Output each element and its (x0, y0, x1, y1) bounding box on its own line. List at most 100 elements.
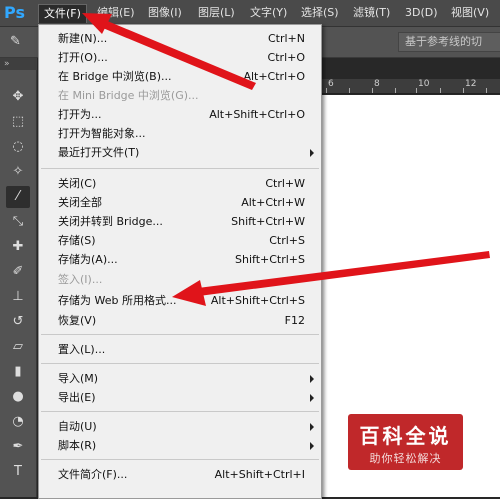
menu-layer[interactable]: 图层(L) (193, 4, 240, 22)
menu-item-save-for-web[interactable]: 存储为 Web 所用格式... Alt+Shift+Ctrl+S (39, 291, 321, 310)
menu-item-shortcut: Alt+Ctrl+W (241, 196, 305, 209)
menu-item-shortcut: Alt+Shift+Ctrl+I (214, 468, 305, 481)
menu-item-shortcut: Ctrl+W (265, 177, 305, 190)
ruler-label: 10 (418, 79, 430, 89)
menu-item-shortcut: Alt+Shift+Ctrl+S (210, 294, 305, 307)
menu-file[interactable]: 文件(F) (38, 4, 87, 23)
menu-item-label: 脚本(R) (58, 439, 97, 452)
menu-item-label: 打开为... (58, 108, 102, 121)
menu-item-label: 关闭(C) (58, 177, 97, 190)
eraser-tool-icon[interactable]: ▱ (6, 336, 30, 358)
menu-item-recent-files[interactable]: 最近打开文件(T) (39, 143, 321, 162)
menu-item-shortcut: Shift+Ctrl+S (235, 253, 305, 266)
menu-divider (41, 459, 319, 460)
menu-item-label: 在 Mini Bridge 中浏览(G)... (58, 89, 199, 102)
menu-item-close-go-bridge[interactable]: 关闭并转到 Bridge... Shift+Ctrl+W (39, 212, 321, 231)
menu-item-open[interactable]: 打开(O)... Ctrl+O (39, 48, 321, 67)
pen-tool-icon[interactable]: ✒ (6, 436, 30, 458)
menu-divider (41, 363, 319, 364)
menu-3d[interactable]: 3D(D) (400, 4, 443, 22)
menu-item-label: 导入(M) (58, 372, 99, 385)
menu-divider (41, 168, 319, 169)
menu-item-import[interactable]: 导入(M) (39, 369, 321, 388)
menu-item-place[interactable]: 置入(L)... (39, 340, 321, 359)
ruler-tick (395, 88, 396, 93)
lasso-tool-icon[interactable]: ◌ (6, 136, 30, 158)
brush-tool-icon[interactable]: ✐ (6, 261, 30, 283)
menu-item-label: 存储为 Web 所用格式... (58, 294, 177, 307)
menu-item-revert[interactable]: 恢复(V) F12 (39, 311, 321, 330)
ruler-tick (416, 88, 417, 93)
menu-filter[interactable]: 滤镜(T) (348, 4, 395, 22)
submenu-arrow-icon (310, 423, 314, 431)
menu-bar: Ps 文件(F) 编辑(E) 图像(I) 图层(L) 文字(Y) 选择(S) 滤… (0, 0, 500, 27)
submenu-arrow-icon (310, 375, 314, 383)
menu-item-label: 存储(S) (58, 234, 96, 247)
ruler-label: 6 (328, 79, 334, 89)
submenu-arrow-icon (310, 394, 314, 402)
menu-item-save-as[interactable]: 存储为(A)... Shift+Ctrl+S (39, 250, 321, 269)
menu-item-label: 打开为智能对象... (58, 127, 146, 140)
menu-item-label: 关闭并转到 Bridge... (58, 215, 163, 228)
menu-item-label: 在 Bridge 中浏览(B)... (58, 70, 172, 83)
menu-view[interactable]: 视图(V) (446, 4, 494, 22)
menu-item-shortcut: Alt+Shift+Ctrl+O (209, 108, 305, 121)
menu-item-shortcut: Alt+Ctrl+O (243, 70, 305, 83)
menu-item-label: 恢复(V) (58, 314, 97, 327)
quick-select-tool-icon[interactable]: ✧ (6, 161, 30, 183)
ruler-tick (440, 88, 441, 93)
dodge-tool-icon[interactable]: ◔ (6, 411, 30, 433)
ruler-tick (372, 88, 373, 93)
blur-tool-icon[interactable]: ● (6, 386, 30, 408)
menu-item-label: 关闭全部 (58, 196, 102, 209)
menu-item-new[interactable]: 新建(N)... Ctrl+N (39, 29, 321, 48)
move-tool-icon[interactable]: ✥ (6, 86, 30, 108)
menu-item-browse-bridge[interactable]: 在 Bridge 中浏览(B)... Alt+Ctrl+O (39, 67, 321, 86)
menu-item-check-in: 签入(I)... (39, 270, 321, 289)
horizontal-ruler: 6 8 10 12 (318, 79, 500, 94)
ruler-tick (326, 88, 327, 93)
submenu-arrow-icon (310, 149, 314, 157)
gradient-tool-icon[interactable]: ▮ (6, 361, 30, 383)
ruler-label: 8 (374, 79, 380, 89)
menu-type[interactable]: 文字(Y) (245, 4, 292, 22)
menu-item-label: 存储为(A)... (58, 253, 118, 266)
healing-brush-tool-icon[interactable]: ✚ (6, 236, 30, 258)
menu-item-automate[interactable]: 自动(U) (39, 417, 321, 436)
menu-image[interactable]: 图像(I) (143, 4, 187, 22)
menu-item-file-info[interactable]: 文件简介(F)... Alt+Shift+Ctrl+I (39, 465, 321, 484)
menu-item-export[interactable]: 导出(E) (39, 388, 321, 407)
photoshop-logo: Ps (4, 3, 25, 22)
menu-divider (41, 334, 319, 335)
menu-item-scripts[interactable]: 脚本(R) (39, 436, 321, 455)
menu-item-label: 新建(N)... (58, 32, 108, 45)
menu-item-label: 置入(L)... (58, 343, 106, 356)
ruler-tick (463, 88, 464, 93)
marquee-tool-icon[interactable]: ⬚ (6, 111, 30, 133)
ruler-label: 12 (465, 79, 477, 89)
options-field[interactable]: 基于参考线的切 (398, 32, 500, 52)
tools-panel: » ✥ ⬚ ◌ ✧ ⁄ ⤡ ✚ ✐ ⊥ ↺ ▱ ▮ ● ◔ ✒ T (0, 58, 40, 497)
history-brush-tool-icon[interactable]: ↺ (6, 311, 30, 333)
panel-collapse-grip[interactable]: » (0, 58, 40, 70)
watermark-badge: 百科全说 助你轻松解决 (348, 414, 463, 470)
menu-item-label: 打开(O)... (58, 51, 108, 64)
slice-tool-icon[interactable]: ⁄ (6, 186, 30, 208)
menu-item-label: 签入(I)... (58, 273, 103, 286)
eyedropper-tool-icon[interactable]: ⤡ (6, 211, 30, 233)
menu-item-label: 自动(U) (58, 420, 97, 433)
menu-item-save[interactable]: 存储(S) Ctrl+S (39, 231, 321, 250)
brush-preset-icon[interactable]: ✎ (10, 34, 26, 50)
menu-select[interactable]: 选择(S) (296, 4, 344, 22)
menu-item-open-smart-object[interactable]: 打开为智能对象... (39, 124, 321, 143)
menu-edit[interactable]: 编辑(E) (92, 4, 140, 22)
type-tool-icon[interactable]: T (6, 461, 30, 483)
menu-item-close-all[interactable]: 关闭全部 Alt+Ctrl+W (39, 193, 321, 212)
menu-item-close[interactable]: 关闭(C) Ctrl+W (39, 174, 321, 193)
file-menu-dropdown: 新建(N)... Ctrl+N 打开(O)... Ctrl+O 在 Bridge… (38, 24, 322, 499)
menu-item-label: 导出(E) (58, 391, 96, 404)
menu-item-open-as[interactable]: 打开为... Alt+Shift+Ctrl+O (39, 105, 321, 124)
clone-stamp-tool-icon[interactable]: ⊥ (6, 286, 30, 308)
menu-item-shortcut: Ctrl+S (269, 234, 305, 247)
menu-item-label: 文件简介(F)... (58, 468, 128, 481)
